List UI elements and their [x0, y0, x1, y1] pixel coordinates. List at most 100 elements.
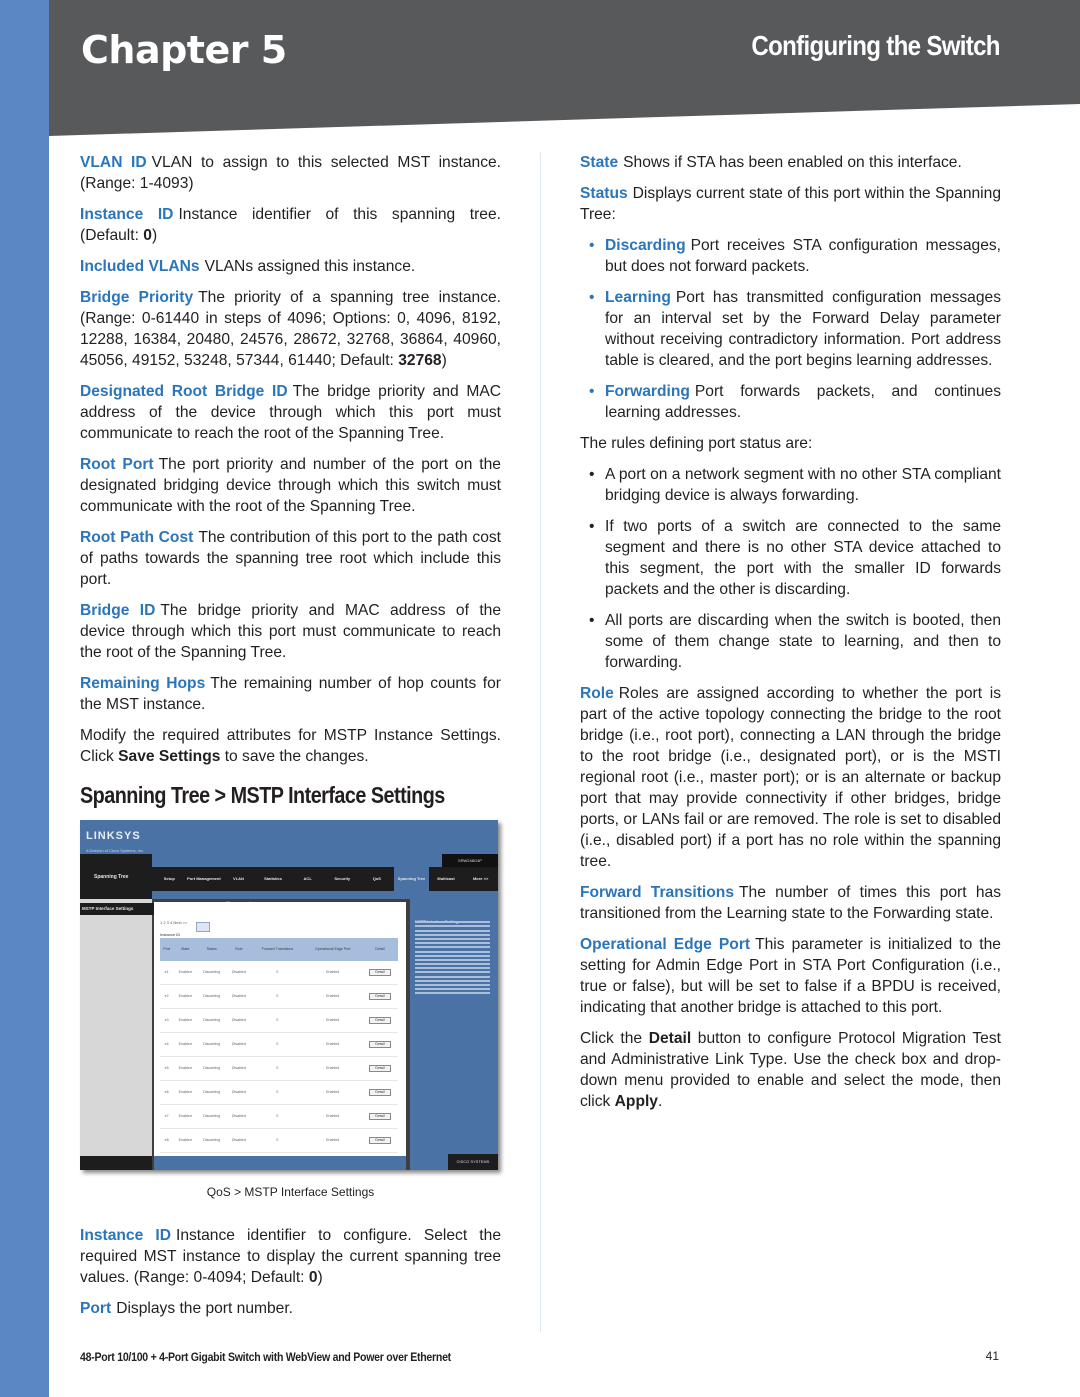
- table-cell: 0: [251, 1032, 304, 1057]
- table-cell: Enabled: [303, 1056, 362, 1081]
- definition-instance-id: Instance ID Instance identifier of this s…: [80, 204, 501, 246]
- table-cell: 0: [251, 1056, 304, 1081]
- definition-text: Displays current state of this port with…: [580, 185, 1001, 223]
- table-cell: Enabled: [303, 984, 362, 1009]
- table-cell: Enabled: [173, 1032, 197, 1057]
- table-cell: 0: [251, 1104, 304, 1129]
- page-number: 41: [985, 1349, 999, 1363]
- modify-note: Modify the required attributes for MSTP …: [80, 725, 501, 767]
- save-settings-ref: Save Settings: [118, 748, 221, 765]
- table-cell: Discarding: [196, 1104, 227, 1129]
- detail-button[interactable]: Detail: [369, 1113, 391, 1120]
- apply-ref: Apply: [614, 1093, 658, 1110]
- screenshot-footer: [154, 1156, 406, 1170]
- table-row: e7 Enabled Discarding Disabled 0 Enabled Detai…: [160, 1104, 398, 1129]
- term-included-vlans: Included VLANs: [80, 258, 200, 275]
- term-state: State: [580, 154, 619, 171]
- screenshot-tab-setup[interactable]: Setup: [152, 867, 187, 891]
- table-cell: Disabled: [226, 1008, 252, 1033]
- screenshot-help-panel: MSTP Interface Settings CISCO SYSTEMS: [410, 899, 498, 1170]
- table-row: e2 Enabled Discarding Disabled 0 Enabled Detai…: [160, 984, 398, 1009]
- screenshot-tab-more[interactable]: More >>: [463, 867, 498, 891]
- table-cell: Enabled: [303, 1008, 362, 1033]
- table-cell: e7: [160, 1104, 174, 1129]
- column-header-state: State: [173, 938, 197, 961]
- screenshot-tab-security[interactable]: Security: [325, 867, 360, 891]
- screenshot-tab-port-management[interactable]: Port Management: [187, 867, 222, 891]
- table-cell: e8: [160, 1128, 174, 1153]
- detail-button[interactable]: Detail: [369, 1041, 391, 1048]
- rules-intro: The rules defining port status are:: [580, 435, 813, 452]
- term-port: Port: [80, 1300, 112, 1317]
- detail-button[interactable]: Detail: [369, 1089, 391, 1096]
- table-cell: 0: [251, 1008, 304, 1033]
- screenshot-tab-spanning-tree[interactable]: Spanning Tree: [394, 867, 429, 891]
- screenshot-tab-statistics[interactable]: Statistics: [256, 867, 291, 891]
- definition-state: State Shows if STA has been enabled on th…: [580, 152, 1001, 173]
- screenshot-tab-acl[interactable]: ACL: [290, 867, 325, 891]
- definition-instance-id: Instance ID Instance identifier to config…: [80, 1225, 501, 1288]
- definition-text: Displays the port number.: [116, 1300, 294, 1317]
- definitions-top: VLAN ID VLAN to assign to this selected M…: [80, 152, 501, 715]
- table-cell: e5: [160, 1056, 174, 1081]
- table-cell: e4: [160, 1032, 174, 1057]
- status-bullet-forwarding: ForwardingPort forwards packets, and con…: [580, 381, 1001, 423]
- table-cell: e1: [160, 961, 174, 985]
- table-cell: Disabled: [226, 1032, 252, 1057]
- table-cell: Discarding: [196, 1128, 227, 1153]
- screenshot-tab-vlan-management[interactable]: VLAN Management: [221, 867, 256, 905]
- table-cell: Detail: [361, 961, 398, 985]
- definition-text: Shows if STA has been enabled on this in…: [623, 154, 962, 171]
- screenshot-tab-multicast[interactable]: Multicast: [429, 867, 464, 891]
- table-cell: Enabled: [173, 984, 197, 1009]
- table-row: e3 Enabled Discarding Disabled 0 Enabled Detai…: [160, 1008, 398, 1033]
- screenshot-content: 1 2 3 4 Next >> Instance ID Port State Sta…: [154, 902, 406, 1170]
- screenshot-tab-qos[interactable]: QoS: [360, 867, 395, 891]
- table-cell: Enabled: [173, 1008, 197, 1033]
- table-cell: Enabled: [173, 1056, 197, 1081]
- term-instance-id: Instance ID: [80, 1227, 171, 1244]
- term-designated-root-bridge-id: Designated Root Bridge ID: [80, 383, 288, 400]
- column-header-port: Port: [160, 938, 174, 961]
- mstp-interface-table: Port State Status Role Forward Transitions Op…: [160, 938, 398, 1170]
- table-cell: Detail: [361, 1080, 398, 1105]
- status-bullet-learning: LearningPort has transmitted configurati…: [580, 287, 1001, 371]
- table-cell: Enabled: [173, 1128, 197, 1153]
- definition-text: ): [151, 227, 158, 244]
- definition-vlan-id: VLAN ID VLAN to assign to this selected M…: [80, 152, 501, 194]
- table-cell: Enabled: [173, 1104, 197, 1129]
- detail-button[interactable]: Detail: [369, 1017, 391, 1024]
- rule-item: All ports are discarding when the switch…: [580, 610, 1001, 673]
- table-cell: 0: [251, 1128, 304, 1153]
- definition-included-vlans: Included VLANs VLANs assigned this instan…: [80, 256, 501, 277]
- detail-button[interactable]: Detail: [369, 1137, 391, 1144]
- definition-text: ): [441, 352, 447, 369]
- column-header-status: Status: [196, 938, 227, 961]
- table-cell: 0: [251, 1080, 304, 1105]
- screenshot-footer-left: [80, 1156, 152, 1170]
- detail-button[interactable]: Detail: [369, 993, 391, 1000]
- footer-product-name: 48-Port 10/100 + 4-Port Gigabit Switch w…: [80, 1350, 451, 1364]
- table-cell: 0: [251, 961, 304, 985]
- table-row: e5 Enabled Discarding Disabled 0 Enabled Detai…: [160, 1056, 398, 1081]
- term-vlan-id: VLAN ID: [80, 154, 147, 171]
- term-bridge-priority: Bridge Priority: [80, 289, 194, 306]
- instance-id-select[interactable]: [196, 922, 210, 932]
- definition-text: ): [317, 1269, 323, 1286]
- detail-note: Click the Detail button to configure Pro…: [580, 1028, 1001, 1112]
- detail-button[interactable]: Detail: [369, 969, 391, 976]
- definition-port: Port Displays the port number.: [80, 1298, 501, 1319]
- detail-button[interactable]: Detail: [369, 1065, 391, 1072]
- definition-designated-root-bridge-id: Designated Root Bridge ID The bridge prio…: [80, 381, 501, 444]
- column-header-forward-transitions: Forward Transitions: [251, 938, 304, 961]
- column-header-role: Role: [226, 938, 252, 961]
- table-cell: Discarding: [196, 984, 227, 1009]
- left-panel-item-mstp-interface[interactable]: MSTP Interface Settings: [80, 903, 154, 915]
- table-cell: Discarding: [196, 961, 227, 985]
- note-text: .: [657, 1093, 663, 1110]
- table-cell: Discarding: [196, 1056, 227, 1081]
- status-bullet-discarding: DiscardingPort receives STA configuratio…: [580, 235, 1001, 277]
- term-operational-edge-port: Operational Edge Port: [580, 936, 751, 953]
- term-bridge-id: Bridge ID: [80, 602, 156, 619]
- definition-bridge-id: Bridge ID The bridge priority and MAC add…: [80, 600, 501, 663]
